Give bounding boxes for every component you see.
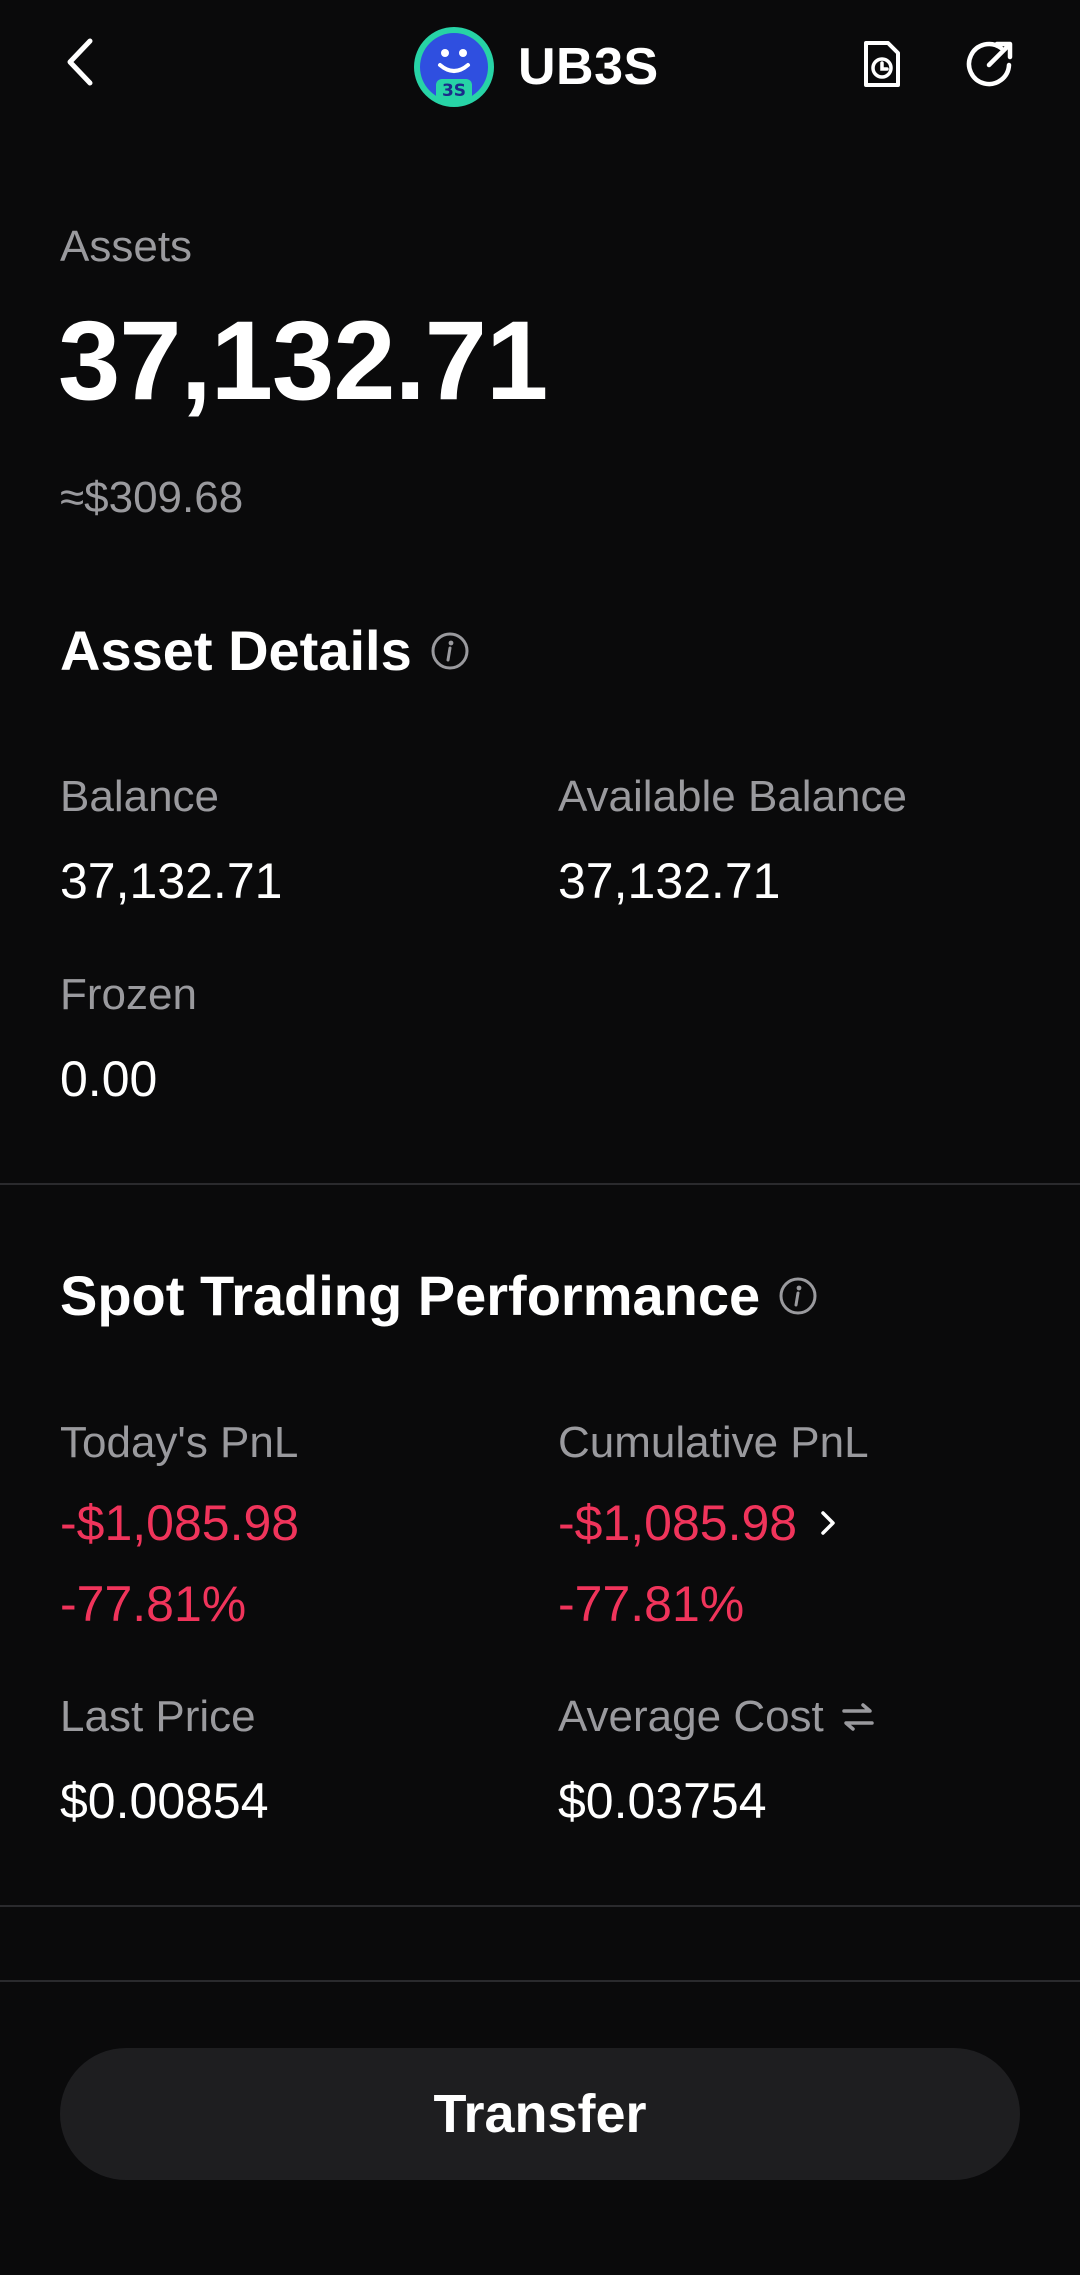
- share-icon: [965, 39, 1015, 94]
- average-cost-value: $0.03754: [558, 1773, 767, 1829]
- cumulative-pnl-value: -$1,085.98: [558, 1495, 798, 1551]
- footer-divider: [0, 1980, 1080, 1982]
- cumulative-pnl-link[interactable]: -$1,085.98: [558, 1494, 843, 1552]
- todays-pnl-percent: -77.81%: [60, 1576, 247, 1632]
- asset-details-title: Asset Details: [60, 619, 412, 682]
- spot-performance-title: Spot Trading Performance: [60, 1264, 761, 1327]
- logo-text: 3S: [442, 81, 466, 101]
- last-price-label: Last Price: [60, 1692, 256, 1741]
- assets-label: Assets: [60, 222, 193, 271]
- history-icon: [860, 39, 904, 94]
- frozen-label: Frozen: [60, 970, 197, 1019]
- section-divider: [0, 1905, 1080, 1907]
- asset-detail-page: 3S UB3S Assets 37,132.71 ≈$309.68 Asset …: [0, 0, 1080, 2275]
- info-icon[interactable]: [778, 1276, 818, 1316]
- cumulative-pnl-percent: -77.81%: [558, 1576, 745, 1632]
- todays-pnl-value: -$1,085.98: [60, 1495, 300, 1551]
- balance-label: Balance: [60, 772, 220, 821]
- average-cost-label: Average Cost: [558, 1692, 824, 1741]
- todays-pnl-label: Today's PnL: [60, 1418, 299, 1467]
- back-button[interactable]: [52, 36, 108, 92]
- page-title: UB3S: [518, 38, 659, 96]
- assets-usd-value: ≈$309.68: [60, 473, 244, 522]
- token-logo-icon: 3S: [412, 25, 496, 109]
- last-price-value: $0.00854: [60, 1773, 269, 1829]
- swap-icon: [840, 1699, 876, 1735]
- cumulative-pnl-label: Cumulative PnL: [558, 1418, 869, 1467]
- frozen-value: 0.00: [60, 1051, 158, 1107]
- history-button[interactable]: [852, 36, 912, 96]
- info-icon[interactable]: [430, 631, 470, 671]
- available-balance-label: Available Balance: [558, 772, 907, 821]
- spot-performance-heading: Spot Trading Performance: [60, 1263, 818, 1328]
- token-title-group: 3S UB3S: [412, 24, 659, 110]
- share-button[interactable]: [960, 36, 1020, 96]
- top-bar: 3S UB3S: [0, 0, 1080, 135]
- chevron-right-icon: [815, 1503, 843, 1543]
- asset-details-heading: Asset Details: [60, 618, 470, 683]
- section-divider: [0, 1183, 1080, 1185]
- transfer-button[interactable]: Transfer: [60, 2048, 1020, 2180]
- balance-value: 37,132.71: [60, 853, 283, 909]
- available-balance-value: 37,132.71: [558, 853, 781, 909]
- average-cost-toggle[interactable]: Average Cost: [558, 1692, 876, 1742]
- assets-value: 37,132.71: [58, 298, 548, 423]
- back-icon: [62, 37, 98, 92]
